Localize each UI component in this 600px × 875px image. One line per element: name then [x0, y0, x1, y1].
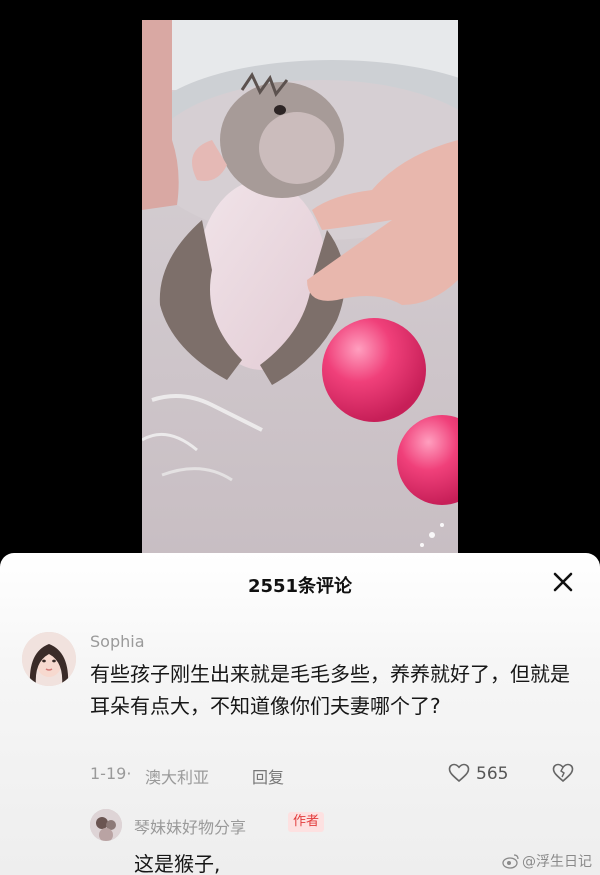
author-avatar-icon	[90, 809, 122, 841]
author-badge: 作者	[288, 812, 325, 832]
video-player[interactable]	[142, 20, 458, 555]
close-button[interactable]	[548, 567, 578, 597]
heart-icon	[448, 763, 470, 783]
reply-button[interactable]: 回复	[252, 764, 284, 788]
comment-username[interactable]: Sophia	[90, 632, 145, 651]
comment-count-title: 2551条评论	[247, 576, 353, 597]
weibo-icon	[502, 854, 519, 869]
reply-text: 这是猴子,	[134, 852, 221, 875]
comment-text: 有些孩子刚生出来就是毛毛多些，养养就好了，但就是耳朵有点大，不知道像你们夫妻哪个…	[90, 662, 570, 718]
watermark: @浮生日记	[502, 851, 592, 871]
broken-heart-icon[interactable]	[552, 763, 574, 783]
user-avatar-icon	[22, 632, 76, 686]
meta-separator: ·	[126, 764, 132, 783]
comment-date-value: 1-19	[90, 764, 127, 783]
watermark-text: @浮生日记	[522, 854, 592, 870]
comments-sheet: 2551条评论 Sophia 有些孩子刚生出来就是毛毛多些，养养就好了，但就是耳…	[0, 553, 600, 875]
comments-header: 2551条评论	[0, 553, 600, 613]
reply-avatar[interactable]	[90, 809, 122, 841]
screen: 2551条评论 Sophia 有些孩子刚生出来就是毛毛多些，养养就好了，但就是耳…	[0, 0, 600, 875]
video-frame-image	[142, 20, 458, 555]
comment-date: 1-19·	[90, 764, 131, 783]
comment-location: 澳大利亚	[145, 768, 210, 787]
close-icon	[553, 572, 573, 592]
reply-username[interactable]: 琴妹妹好物分享	[134, 814, 246, 838]
comment-meta: 1-19· 澳大利亚 回复 565	[90, 762, 580, 788]
like-count: 565	[476, 764, 509, 784]
avatar[interactable]	[22, 632, 76, 686]
